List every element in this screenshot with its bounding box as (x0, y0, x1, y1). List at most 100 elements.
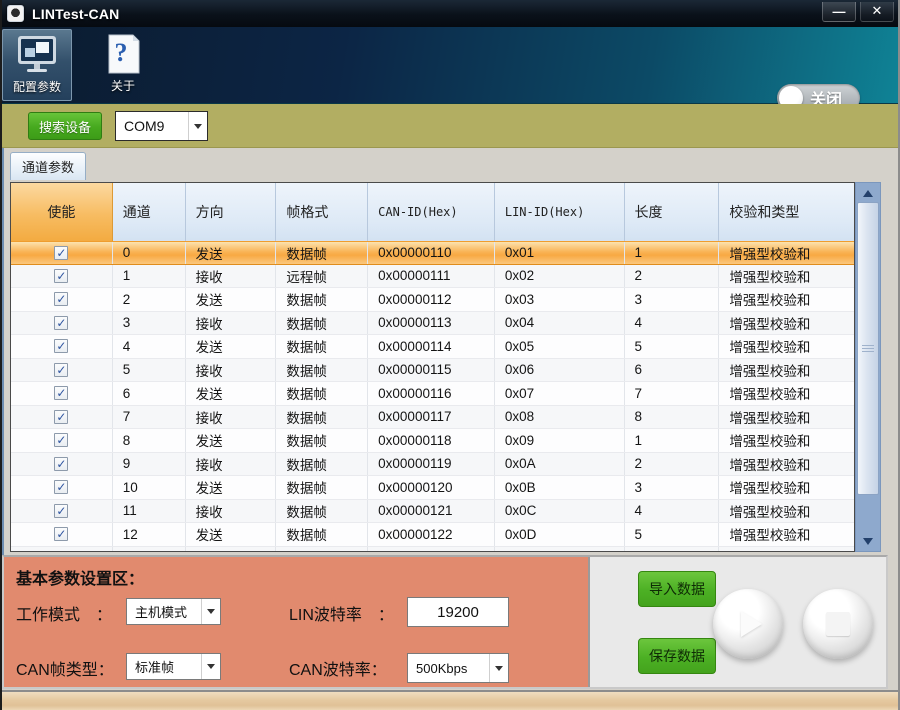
table-cell: 12 (113, 523, 186, 546)
enable-cell: ✓ (11, 429, 113, 452)
search-device-button[interactable]: 搜索设备 (28, 112, 102, 140)
header-length[interactable]: 长度 (625, 183, 720, 241)
work-mode-select[interactable]: 主机模式 (126, 598, 221, 625)
toolbar: 配置参数 ? 关于 关闭 (0, 27, 900, 104)
scroll-up-button[interactable] (857, 184, 879, 202)
table-row[interactable]: ✓3接收数据帧0x000001130x044增强型校验和 (11, 312, 854, 336)
table-cell: 0x00000113 (368, 312, 495, 335)
start-button[interactable] (713, 589, 783, 659)
title-bar: LINTest-CAN — ✕ (0, 0, 900, 27)
row-enabled-checkbox[interactable]: ✓ (54, 433, 68, 447)
row-enabled-checkbox[interactable]: ✓ (54, 457, 68, 471)
can-frame-select[interactable]: 标准帧 (126, 653, 221, 680)
close-button[interactable]: ✕ (860, 2, 894, 22)
scrollbar-thumb[interactable] (857, 202, 879, 495)
work-mode-value: 主机模式 (127, 602, 201, 621)
can-baud-select[interactable]: 500Kbps (407, 653, 509, 683)
save-data-button[interactable]: 保存数据 (638, 638, 716, 674)
table-cell: 数据帧 (276, 406, 368, 429)
table-cell: 0x0D (495, 523, 625, 546)
table-cell: 发送 (186, 429, 277, 452)
table-cell: 0x0C (495, 500, 625, 523)
table-row[interactable]: ✓12发送数据帧0x000001220x0D5增强型校验和 (11, 523, 854, 547)
table-row[interactable]: ✓1接收远程帧0x000001110x022增强型校验和 (11, 265, 854, 289)
table-row[interactable]: ✓4发送数据帧0x000001140x055增强型校验和 (11, 335, 854, 359)
table-row[interactable]: ✓6发送数据帧0x000001160x077增强型校验和 (11, 382, 854, 406)
table-cell: 增强型校验和 (719, 476, 854, 499)
table-row[interactable]: ✓5接收数据帧0x000001150x066增强型校验和 (11, 359, 854, 383)
table-row[interactable]: ✓9接收数据帧0x000001190x0A2增强型校验和 (11, 453, 854, 477)
chevron-down-icon (495, 666, 503, 671)
table-cell: 9 (113, 453, 186, 476)
scroll-down-button[interactable] (857, 532, 879, 550)
row-enabled-checkbox[interactable]: ✓ (54, 527, 68, 541)
tab-channel-params[interactable]: 通道参数 (10, 152, 86, 180)
enable-cell: ✓ (11, 288, 113, 311)
table-cell: 接收 (186, 500, 277, 523)
table-cell: 增强型校验和 (719, 265, 854, 288)
grip-icon (862, 345, 874, 353)
table-cell: 发送 (186, 288, 277, 311)
row-enabled-checkbox[interactable]: ✓ (54, 410, 68, 424)
com-port-select[interactable]: COM9 (115, 111, 208, 141)
header-enable[interactable]: 使能 (11, 183, 113, 241)
row-enabled-checkbox[interactable]: ✓ (54, 504, 68, 518)
table-cell: 增强型校验和 (719, 406, 854, 429)
table-cell: 0x00000119 (368, 453, 495, 476)
arrow-down-icon (863, 538, 873, 545)
import-data-button[interactable]: 导入数据 (638, 571, 716, 607)
about-button[interactable]: ? 关于 (88, 29, 158, 101)
row-enabled-checkbox[interactable]: ✓ (54, 246, 68, 260)
table-cell: 发送 (186, 242, 277, 264)
table-cell: 7 (625, 382, 720, 405)
table-row[interactable]: ✓10发送数据帧0x000001200x0B3增强型校验和 (11, 476, 854, 500)
table-cell: 0x00000120 (368, 476, 495, 499)
table-cell: 0x0A (495, 453, 625, 476)
table-row[interactable]: ✓13接收数据帧0x000001230x0E6增强型校验和 (11, 547, 854, 553)
enable-cell: ✓ (11, 523, 113, 546)
table-cell: 数据帧 (276, 523, 368, 546)
table-row[interactable]: ✓11接收数据帧0x000001210x0C4增强型校验和 (11, 500, 854, 524)
enable-cell: ✓ (11, 500, 113, 523)
row-enabled-checkbox[interactable]: ✓ (54, 386, 68, 400)
table-cell: 接收 (186, 312, 277, 335)
row-enabled-checkbox[interactable]: ✓ (54, 363, 68, 377)
can-frame-label: CAN帧类型： (16, 656, 114, 680)
row-enabled-checkbox[interactable]: ✓ (54, 292, 68, 306)
table-cell: 0x00000114 (368, 335, 495, 358)
enable-cell: ✓ (11, 359, 113, 382)
table-row[interactable]: ✓0发送数据帧0x000001100x011增强型校验和 (11, 241, 854, 265)
table-cell: 8 (113, 429, 186, 452)
table-cell: 增强型校验和 (719, 335, 854, 358)
row-enabled-checkbox[interactable]: ✓ (54, 480, 68, 494)
header-checksum-type[interactable]: 校验和类型 (719, 183, 854, 241)
table-cell: 0x00000117 (368, 406, 495, 429)
header-channel[interactable]: 通道 (113, 183, 186, 241)
header-lin-id[interactable]: LIN-ID(Hex) (495, 183, 625, 241)
play-icon (741, 611, 762, 637)
config-params-button[interactable]: 配置参数 (2, 29, 72, 101)
stop-button[interactable] (803, 589, 873, 659)
table-row[interactable]: ✓7接收数据帧0x000001170x088增强型校验和 (11, 406, 854, 430)
header-can-id[interactable]: CAN-ID(Hex) (368, 183, 495, 241)
channel-table: 使能 通道 方向 帧格式 CAN-ID(Hex) LIN-ID(Hex) 长度 … (10, 182, 855, 552)
table-cell: 7 (113, 406, 186, 429)
stop-icon (826, 612, 850, 636)
table-cell: 0x03 (495, 288, 625, 311)
left-edge-strip (0, 148, 4, 555)
row-enabled-checkbox[interactable]: ✓ (54, 316, 68, 330)
table-cell: 1 (625, 242, 720, 264)
row-enabled-checkbox[interactable]: ✓ (54, 339, 68, 353)
table-row[interactable]: ✓2发送数据帧0x000001120x033增强型校验和 (11, 288, 854, 312)
minimize-button[interactable]: — (822, 2, 856, 22)
header-direction[interactable]: 方向 (186, 183, 277, 241)
table-scrollbar[interactable] (855, 182, 881, 552)
row-enabled-checkbox[interactable]: ✓ (54, 551, 68, 552)
row-enabled-checkbox[interactable]: ✓ (54, 269, 68, 283)
table-row[interactable]: ✓8发送数据帧0x000001180x091增强型校验和 (11, 429, 854, 453)
table-cell: 6 (625, 359, 720, 382)
lin-baud-input[interactable]: 19200 (407, 597, 509, 627)
table-cell: 发送 (186, 476, 277, 499)
header-frame-format[interactable]: 帧格式 (276, 183, 368, 241)
enable-cell: ✓ (11, 382, 113, 405)
